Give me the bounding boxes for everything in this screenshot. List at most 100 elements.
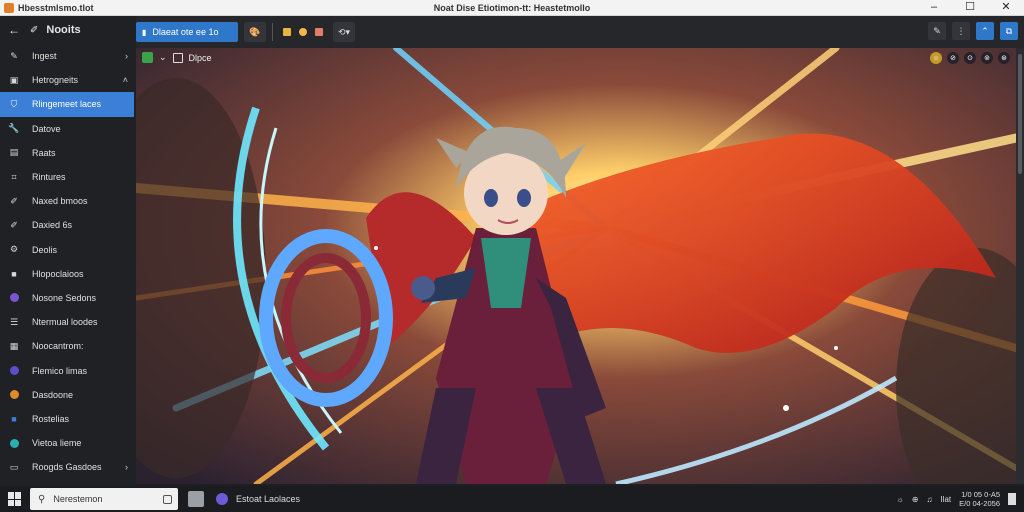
viewer-badge: Dlpce [188,52,212,63]
duplicate-icon[interactable]: ⧉ [1000,22,1018,40]
purple-circle-icon [8,292,20,304]
file-icon: ▮ [142,27,147,37]
teal-circle-icon [8,437,20,449]
sidebar-item-label: Daxied 6s [32,220,73,231]
sidebar-item[interactable]: Flemico limas [0,358,136,382]
start-button-icon[interactable] [8,492,22,506]
file-explorer-icon[interactable] [188,491,204,507]
file-icon: ▤ [9,147,19,158]
checkbox-selected-icon[interactable] [142,52,153,63]
sidebar-item-label: Naxed bmoos [32,196,88,207]
sidebar-list: ✎ Ingest › ▣ Hetrogneits ˄ ⛉ Rlingemeet laces 🔧 D… [0,44,136,479]
sidebar-item[interactable]: ✐ Naxed bmoos [0,189,136,213]
arrow-left-icon[interactable]: ← [8,23,22,37]
vertical-scrollbar[interactable] [1016,48,1024,484]
blue-square-icon: ■ [11,413,17,424]
collapse-icon[interactable]: ⌃ [976,22,994,40]
sidebar-item-label: Noocantrom: [32,341,84,352]
sidebar-item[interactable]: 🔧 Datove [0,117,136,141]
sidebar-header: ← ✐ Nooits [0,16,136,44]
chevron-icon[interactable]: › [125,51,128,61]
close-button[interactable]: ✕ [988,0,1024,16]
sidebar-item-label: Datove [32,123,61,134]
viewer-corner-icons: ☺ ⊘ ⊙ ⊚ ⊛ [930,52,1010,64]
task-view-icon[interactable] [163,494,172,504]
yellow-swatch-icon[interactable] [283,28,291,36]
sidebar-item[interactable]: Vietoa lieme [0,431,136,455]
viewer-toolbar: ⌄ Dlpce [142,52,212,63]
sidebar-item[interactable]: ▭ Roogds Gasdoes › [0,455,136,479]
sidebar-item[interactable]: ⚙ Deolis [0,238,136,262]
list-icon: ☰ [9,316,19,327]
window-titlebar: Hbesstmlsmo.tlot Noat Dise Etiotimon-tt:… [0,0,1024,16]
sidebar-item-label: Ingest [32,51,57,62]
pen-icon: ✎ [10,50,18,61]
palette-icon[interactable]: 🎨 [244,22,266,42]
sidebar-item-label: Raats [32,147,56,158]
violet-circle-icon [8,365,20,377]
sidebar-item[interactable]: ▤ Raats [0,141,136,165]
clock-date: E/0 04-2056 [959,499,1000,508]
chevron-icon[interactable]: ˄ [123,75,128,85]
chevron-down-icon[interactable]: ⌄ [159,52,167,63]
folder-icon: ▭ [9,461,19,472]
sidebar-item[interactable]: ■ Hlopoclaioos [0,262,136,286]
shield-icon: ⛉ [10,98,18,109]
edit-icon: ✐ [10,219,18,230]
brightness-icon[interactable]: ☼ [896,495,903,504]
sidebar-item-label: Roogds Gasdoes [32,462,102,473]
search-icon: ⚲ [38,493,46,505]
image-canvas[interactable]: ⌄ Dlpce ☺ ⊘ ⊙ ⊚ ⊛ [136,48,1016,484]
sidebar-item[interactable]: ✎ Ingest › [0,44,136,68]
orange-circle-icon [8,389,20,401]
system-tray: ☼ ⊕ ♫ Ilat 1/0 05 0-A5 E/0 04-2056 [896,486,1016,512]
search-placeholder: Nerestemon [53,494,103,504]
sidebar-item[interactable]: ☰ Ntermual loodes [0,310,136,334]
toolbar-divider [272,23,273,41]
notification-icon[interactable] [1008,493,1016,505]
pink-swatch-icon[interactable] [315,28,323,36]
network-icon[interactable]: ⊕ [912,495,919,504]
sidebar-item[interactable]: ✐ Daxied 6s [0,213,136,237]
more-icon[interactable]: ⋮ [952,22,970,40]
minimize-button[interactable]: – [916,0,952,16]
chevron-icon[interactable]: › [125,462,128,472]
sidebar-item[interactable]: ▦ Noocantrom: [0,334,136,358]
tag-icon: ⌗ [11,171,17,182]
sidebar-item-label: Ntermual loodes [32,317,98,328]
emoji-icon[interactable]: ☺ [930,52,942,64]
sidebar-item[interactable]: ⛉ Rlingemeet laces [0,92,134,117]
sidebar-title: Nooits [46,24,81,36]
scrollbar-thumb[interactable] [1018,54,1022,174]
sidebar-item[interactable]: ⌗ Rintures [0,165,136,189]
clock-time: 1/0 05 0-A5 [961,490,1000,499]
tray-label[interactable]: Ilat [940,495,951,504]
volume-icon[interactable]: ♫ [926,495,932,504]
star-ring-icon[interactable]: ⊛ [998,52,1010,64]
sidebar-item-label: Rlingemeet laces [32,99,102,110]
sidebar-item-label: Flemico limas [32,365,88,376]
ring-icon[interactable]: ⊚ [981,52,993,64]
target-icon[interactable]: ⊙ [964,52,976,64]
tab-primary[interactable]: ▮ Dlaeat ote ee 1o [136,22,238,42]
sidebar-item[interactable]: Nosone Sedons [0,286,136,310]
sidebar-item[interactable]: Dasdoone [0,383,136,407]
pen-icon[interactable]: ✎ [928,22,946,40]
orange-swatch-icon[interactable] [299,28,307,36]
sidebar-item-label: Vietoa lieme [32,438,82,449]
taskbar-search[interactable]: ⚲ Nerestemon [30,488,178,510]
maximize-button[interactable]: ☐ [952,0,988,16]
window-title: Noat Dise Etiotimon-tt: Heastetmollo [433,2,591,13]
image-icon: ▣ [9,74,19,85]
sidebar-item[interactable]: ■ Rostelias [0,407,136,431]
taskbar-running-app[interactable]: Estoat Laolaces [216,493,300,505]
lasso-icon[interactable]: ⟲▾ [333,22,355,42]
sidebar-item-label: Hlopoclaioos [32,268,84,279]
taskbar: ⚲ Nerestemon Estoat Laolaces ☼ ⊕ ♫ Ilat … [0,486,1024,512]
sidebar-item-label: Hetrogneits [32,75,79,86]
block-icon[interactable]: ⊘ [947,52,959,64]
clock[interactable]: 1/0 05 0-A5 E/0 04-2056 [959,490,1000,508]
sidebar-item[interactable]: ▣ Hetrogneits ˄ [0,68,136,92]
tab-primary-label: Dlaeat ote ee 1o [152,27,219,37]
frame-icon[interactable] [172,52,183,63]
